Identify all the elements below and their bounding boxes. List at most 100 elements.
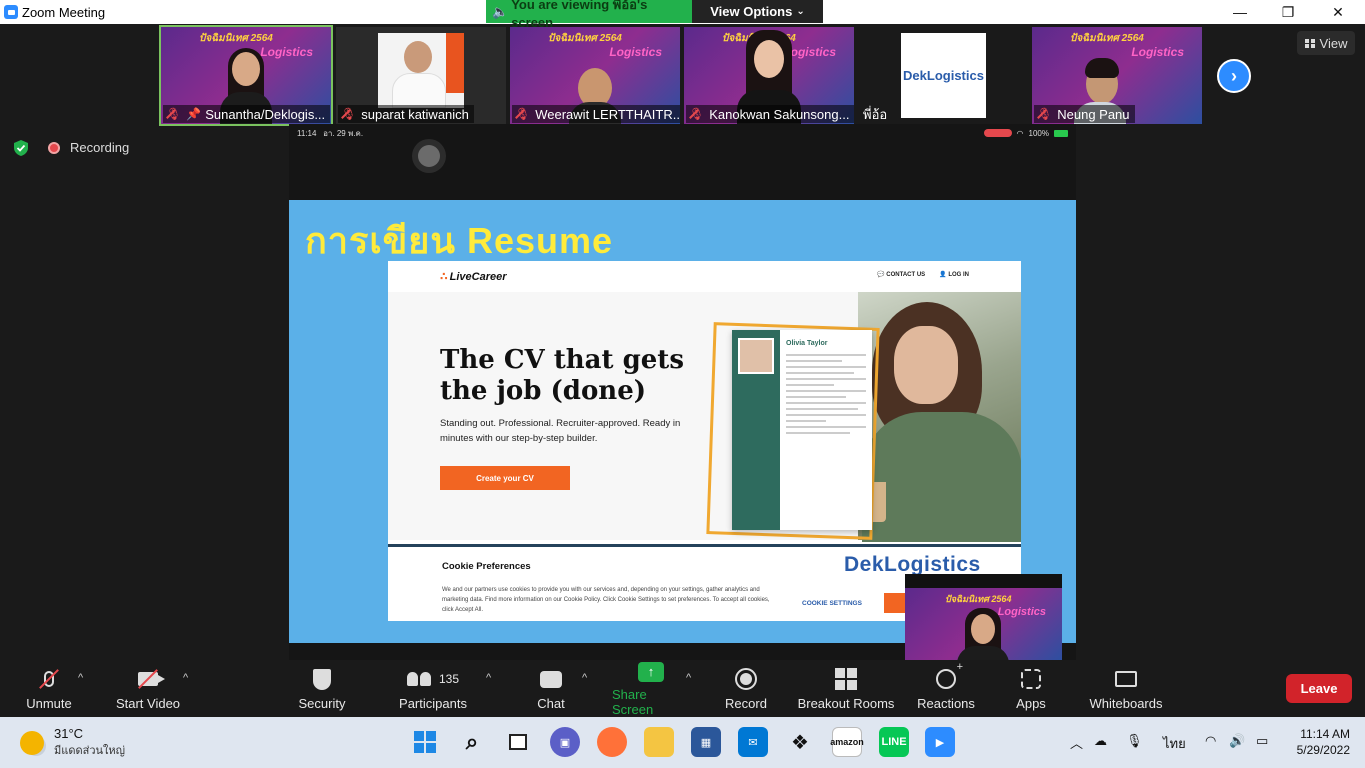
shield-icon [309, 666, 335, 692]
muted-mic-icon: 🎙 [166, 107, 182, 121]
firefox-icon[interactable] [597, 727, 627, 757]
zoom-icon[interactable]: ▶ [925, 727, 955, 757]
web-nav-links: 💬 CONTACT US 👤 LOG IN [877, 271, 969, 278]
show-hidden-icons-chevron[interactable]: ︿ [1070, 733, 1083, 752]
participant-name: Weerawit LERTTHAITR... [535, 106, 680, 122]
participant-name: Sunantha/Deklogis... [205, 106, 326, 122]
participant-nameplate: 🎙 Kanokwan Sakunsong... [686, 105, 854, 123]
cv-sample-card: Olivia Taylor [732, 330, 872, 530]
chat-bubble-icon [538, 666, 564, 692]
unmute-label: Unmute [26, 696, 72, 711]
muted-mic-icon: 🎙 [515, 107, 531, 121]
logistics-text: Logistics [997, 606, 1046, 618]
next-page-button[interactable]: › [1217, 59, 1251, 93]
record-button[interactable]: Record [724, 660, 768, 717]
video-options-caret[interactable]: ^ [183, 672, 188, 684]
search-icon[interactable]: ⌕ [457, 727, 487, 757]
share-screen-button[interactable]: ↑ Share Screen [612, 660, 690, 717]
wifi-icon: ◠ [1016, 128, 1024, 138]
temperature: 31°C [54, 726, 84, 741]
whiteboards-button[interactable]: Whiteboards [1086, 660, 1166, 717]
shared-screen[interactable]: 11:14 อา. 29 พ.ค. ◠ 100% การเขียน Resume… [289, 124, 1076, 660]
participant-tile[interactable]: ปัจฉิมนิเทศ 2564 Logistics 🎙 Kanokwan Sa… [684, 27, 854, 124]
participants-count: 135 [438, 672, 460, 686]
chat-label: Chat [537, 696, 565, 711]
view-options-button[interactable]: View Options ⌄ [692, 0, 823, 23]
weather-widget[interactable]: 31°C มีแดดส่วนใหญ่ [20, 726, 125, 759]
amazon-icon[interactable]: amazon [830, 727, 864, 757]
participant-tile[interactable]: DekLogistics พี่อ้อ [858, 27, 1028, 124]
clock-time: 11:14 AM [1300, 727, 1350, 741]
event-banner-text: ปัจฉิมนิเทศ 2564 [548, 33, 622, 44]
zoom-app-icon [4, 5, 18, 19]
participant-tile[interactable]: 🎙 suparat katiwanich [336, 27, 506, 124]
security-button[interactable]: Security [296, 660, 348, 717]
view-button[interactable]: View [1297, 31, 1355, 55]
zoom-meeting-window: Zoom Meeting 🔈 You are viewing พี่อ้อ's … [0, 0, 1365, 768]
meeting-toolbar: Unmute ^ Start Video ^ Security 135 Part… [0, 660, 1365, 717]
task-view-icon[interactable] [503, 727, 533, 757]
speaker-icon: 🔈 [492, 3, 509, 19]
chevron-down-icon: ⌄ [796, 6, 805, 17]
pin-icon: 📌 [186, 107, 202, 121]
microphone-icon[interactable]: 🎙 [1126, 733, 1143, 749]
viewing-notice: 🔈 You are viewing พี่อ้อ's screen [486, 0, 692, 30]
onedrive-icon[interactable]: ☁ [1094, 733, 1107, 749]
close-button[interactable]: ✕ [1315, 0, 1361, 24]
participant-tile[interactable]: ปัจฉิมนิเทศ 2564 Logistics 🎙 Weerawit LE… [510, 27, 680, 124]
dropbox-icon[interactable]: ❖ [785, 727, 815, 757]
cookie-settings-link: COOKIE SETTINGS [802, 600, 862, 607]
participant-name: พี่อ้อ [863, 106, 888, 122]
participant-tile[interactable]: ปัจฉิมนิเทศ 2564 Logistics 🎙 📌 Sunantha/… [159, 25, 333, 126]
muted-mic-icon: 🎙 [341, 107, 357, 121]
participant-tile[interactable]: ปัจฉิมนิเทศ 2564 Logistics 🎙 Neung Panu [1032, 27, 1202, 124]
apps-button[interactable]: Apps [1014, 660, 1048, 717]
file-explorer-icon[interactable] [644, 727, 674, 757]
whiteboards-label: Whiteboards [1089, 696, 1163, 711]
system-clock[interactable]: 11:14 AM 5/29/2022 [1286, 726, 1350, 758]
reactions-button[interactable]: Reactions [916, 660, 976, 717]
minimize-button[interactable]: — [1217, 0, 1263, 24]
logistics-text: Logistics [1131, 45, 1184, 59]
view-button-label: View [1319, 35, 1348, 51]
battery-icon [1054, 129, 1068, 137]
share-options-caret[interactable]: ^ [686, 672, 691, 684]
start-video-button[interactable]: Start Video [112, 660, 184, 717]
mail-icon[interactable]: ✉ [738, 727, 768, 757]
window-title: Zoom Meeting [22, 4, 106, 20]
unmute-button[interactable]: Unmute [22, 660, 76, 717]
livecareer-webpage: ∴ LiveCareer 💬 CONTACT US 👤 LOG IN Olivia… [388, 261, 1021, 621]
audio-options-caret[interactable]: ^ [78, 672, 83, 684]
muted-mic-icon: 🎙 [689, 107, 705, 121]
microsoft-store-icon[interactable]: ▦ [691, 727, 721, 757]
start-video-label: Start Video [115, 696, 181, 711]
teams-chat-icon[interactable]: ▣ [550, 727, 580, 757]
participant-name: suparat katiwanich [361, 106, 469, 122]
volume-icon[interactable]: 🔊 [1229, 733, 1245, 749]
input-language[interactable]: ไทย [1163, 733, 1186, 754]
contact-us-link: 💬 CONTACT US [877, 272, 926, 278]
breakout-rooms-button[interactable]: Breakout Rooms [796, 660, 896, 717]
battery-icon[interactable]: ▭ [1256, 733, 1268, 749]
start-windows-icon[interactable] [410, 727, 440, 757]
maximize-button[interactable]: ❐ [1265, 0, 1311, 24]
wifi-icon[interactable]: ◠ [1205, 733, 1216, 749]
cookie-title: Cookie Preferences [442, 561, 531, 572]
chevron-right-icon: › [1231, 65, 1237, 86]
breakout-grid-icon [833, 666, 859, 692]
chat-options-caret[interactable]: ^ [582, 672, 587, 684]
dek-logistics-logo: DekLogistics [903, 68, 984, 83]
recording-indicator[interactable]: Recording [48, 140, 129, 155]
participants-options-caret[interactable]: ^ [486, 672, 491, 684]
participants-button[interactable]: 135 Participants [397, 660, 469, 717]
apps-icon [1018, 666, 1044, 692]
participant-name: Neung Panu [1057, 106, 1130, 122]
line-icon[interactable]: LINE [879, 727, 909, 757]
encryption-shield-icon[interactable] [12, 139, 30, 157]
record-icon [733, 666, 759, 692]
cookie-text: We and our partners use cookies to provi… [442, 587, 770, 613]
participant-video [378, 33, 464, 108]
hero-heading: The CV that gets the job (done) [440, 345, 684, 406]
chat-button[interactable]: Chat [532, 660, 570, 717]
leave-button[interactable]: Leave [1286, 674, 1352, 703]
